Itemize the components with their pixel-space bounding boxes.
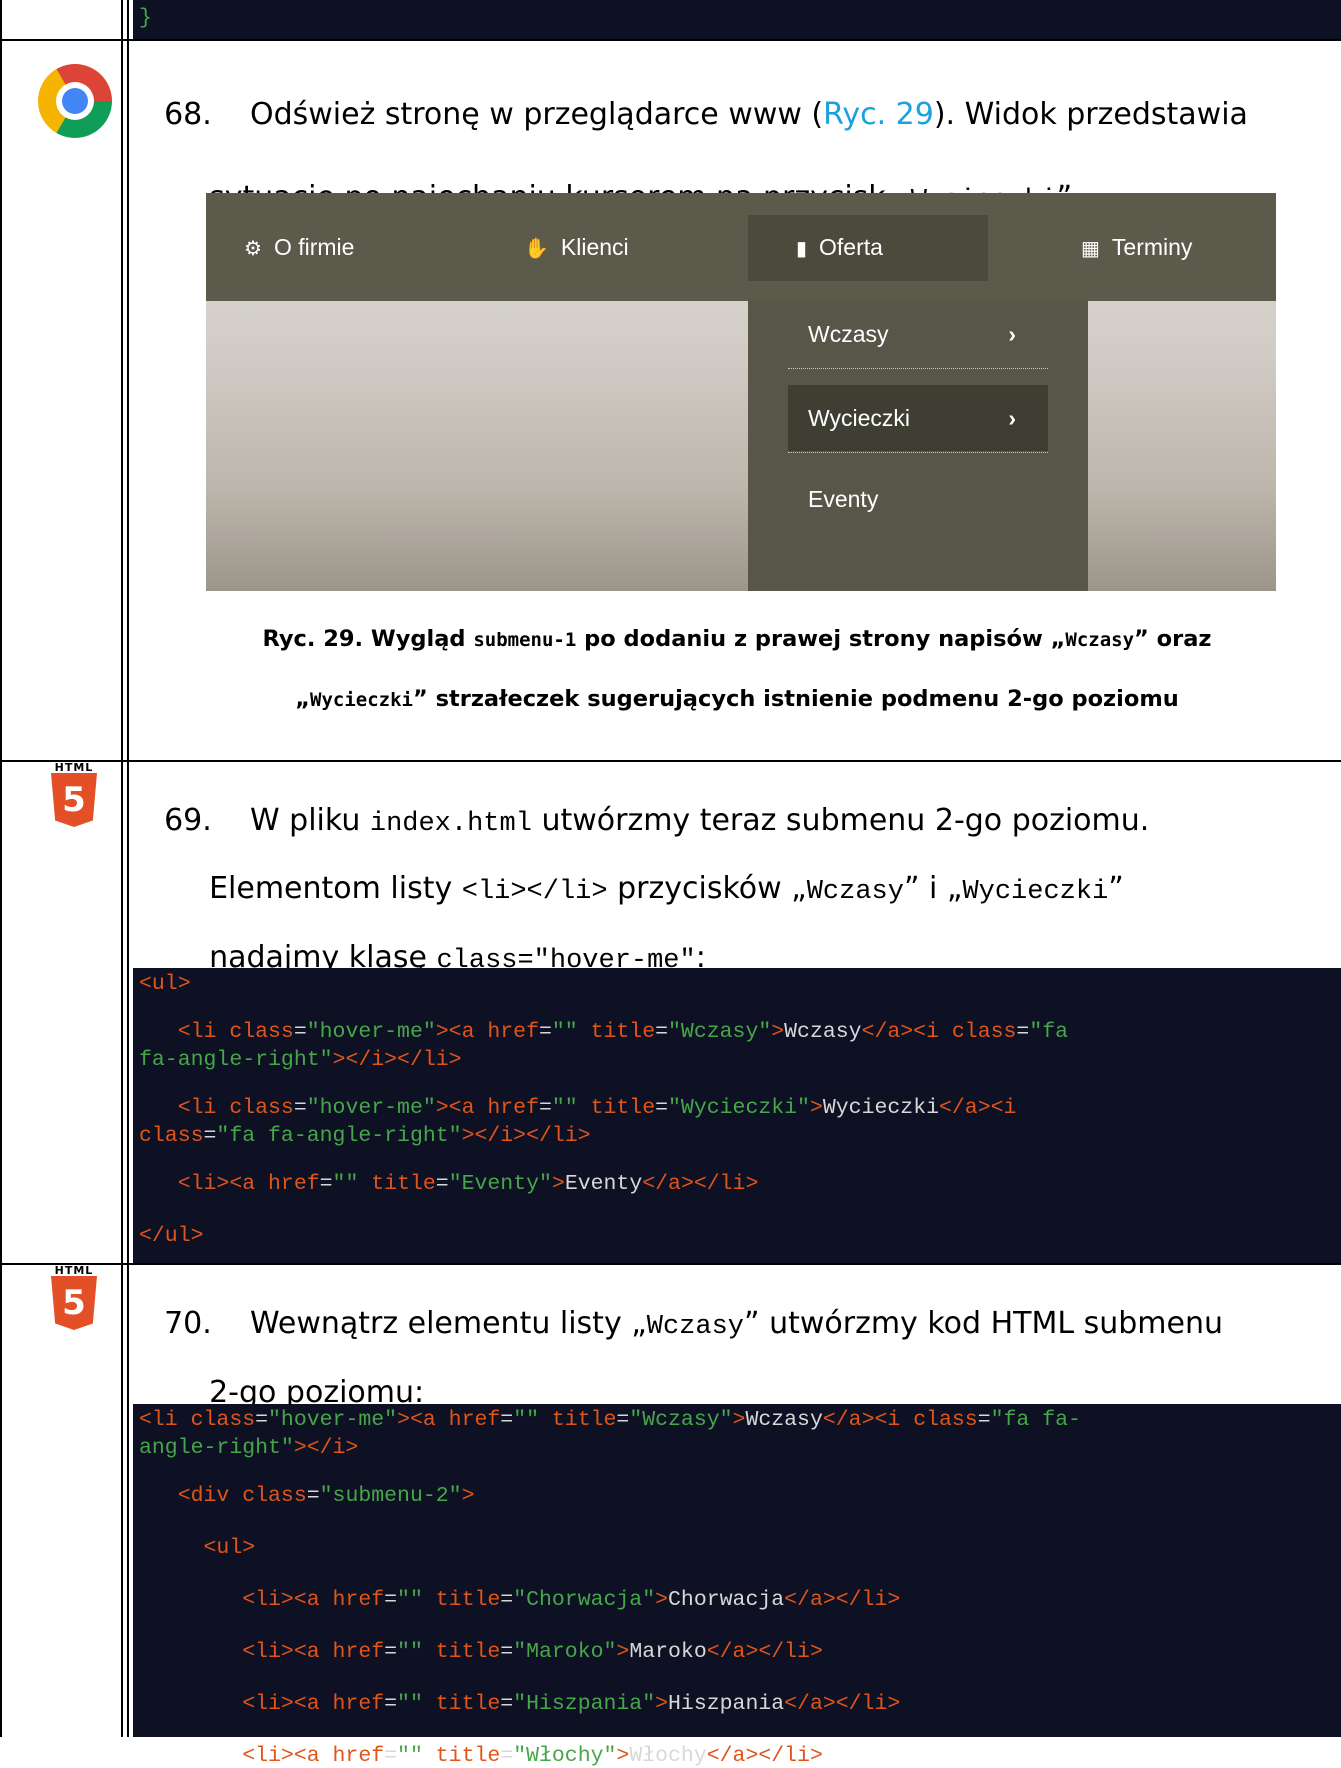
code-line: <li><a href="" title="Maroko">Maroko</a>…	[139, 1640, 823, 1664]
step-69-line-1: 69. W pliku index.html utwórzmy teraz su…	[164, 803, 1150, 839]
code-line: <ul>	[139, 1536, 256, 1560]
angle-right-icon: ›	[1008, 321, 1016, 347]
code-line: <div class="submenu-2">	[139, 1484, 475, 1508]
figure-caption-line-2: „Wycieczki” strzałeczek sugerujących ist…	[295, 686, 1179, 712]
nav-item-klienci[interactable]: ✋ Klienci	[524, 193, 629, 301]
table-border-middle-a	[121, 0, 123, 1737]
step-69-line-3: nadajmy klasę class="hover-me":	[209, 940, 706, 976]
submenu-separator	[788, 368, 1048, 369]
code-line: }	[139, 6, 152, 30]
step-number: 68.	[164, 97, 212, 132]
table-border-middle-b	[127, 0, 129, 1737]
nav-item-o-firmie[interactable]: ⚙ O firmie	[244, 193, 354, 301]
code-line: <li class="hover-me"><a href="" title="W…	[139, 1408, 1081, 1432]
code-line: <ul>	[139, 972, 191, 996]
step-70-line-1: 70. Wewnątrz elementu listy „Wczasy” utw…	[164, 1306, 1223, 1342]
map-icon: ▮	[796, 238, 808, 260]
code-line: angle-right"></i>	[139, 1436, 359, 1460]
cogs-icon: ⚙	[244, 238, 262, 260]
nav-item-terminy[interactable]: ▦ Terminy	[1081, 193, 1192, 301]
figure-screenshot: ⚙ O firmie ✋ Klienci ▮ Oferta ▦ Terminy Wcza…	[206, 193, 1276, 591]
step-69-line-2: Elementom listy <li></li> przycisków „Wc…	[209, 871, 1124, 907]
figure-caption-line-1: Ryc. 29. Wygląd submenu-1 po dodaniu z p…	[262, 626, 1212, 652]
code-block-closing: }	[133, 0, 1341, 39]
submenu-separator	[788, 452, 1048, 453]
html5-icon: HTML 5	[48, 762, 100, 827]
submenu-item-wycieczki[interactable]: Wycieczki ›	[788, 385, 1048, 451]
code-line: fa-angle-right"></i></li>	[139, 1048, 462, 1072]
row-divider-1	[0, 39, 1341, 41]
calendar-icon: ▦	[1081, 238, 1100, 260]
chrome-icon	[38, 64, 112, 138]
code-line: <li><a href="" title="Chorwacja">Chorwac…	[139, 1588, 901, 1612]
submenu-item-wczasy[interactable]: Wczasy ›	[788, 301, 1048, 367]
code-line: </ul>	[139, 1224, 204, 1248]
code-block-69: <ul> <li class="hover-me"><a href="" tit…	[133, 968, 1341, 1263]
submenu-item-eventy[interactable]: Eventy	[788, 466, 1048, 532]
code-block-70: <li class="hover-me"><a href="" title="W…	[133, 1404, 1341, 1768]
row-divider-3	[0, 1263, 1341, 1265]
handshake-icon: ✋	[524, 238, 549, 260]
code-line: class="fa fa-angle-right"></i></li>	[139, 1124, 591, 1148]
code-line: <li><a href="" title="Eventy">Eventy</a>…	[139, 1172, 759, 1196]
nav-item-oferta[interactable]: ▮ Oferta	[796, 193, 883, 301]
html5-icon: HTML 5	[48, 1265, 100, 1330]
code-line: <li class="hover-me"><a href="" title="W…	[139, 1020, 1069, 1044]
table-border-left	[0, 0, 2, 1737]
row-divider-2	[0, 760, 1341, 762]
submenu-1: Wczasy › Wycieczki › Eventy	[748, 301, 1088, 591]
angle-right-icon: ›	[1008, 405, 1016, 431]
step-68-line-1: 68. Odśwież stronę w przeglądarce www (R…	[164, 97, 1248, 132]
code-line: <li><a href="" title="Włochy">Włochy</a>…	[139, 1744, 823, 1768]
code-line: <li><a href="" title="Hiszpania">Hiszpan…	[139, 1692, 901, 1716]
step-70-line-2: 2-go poziomu:	[209, 1375, 425, 1410]
figure-link[interactable]: Ryc. 29	[823, 97, 934, 132]
code-line: <li class="hover-me"><a href="" title="W…	[139, 1096, 1017, 1120]
